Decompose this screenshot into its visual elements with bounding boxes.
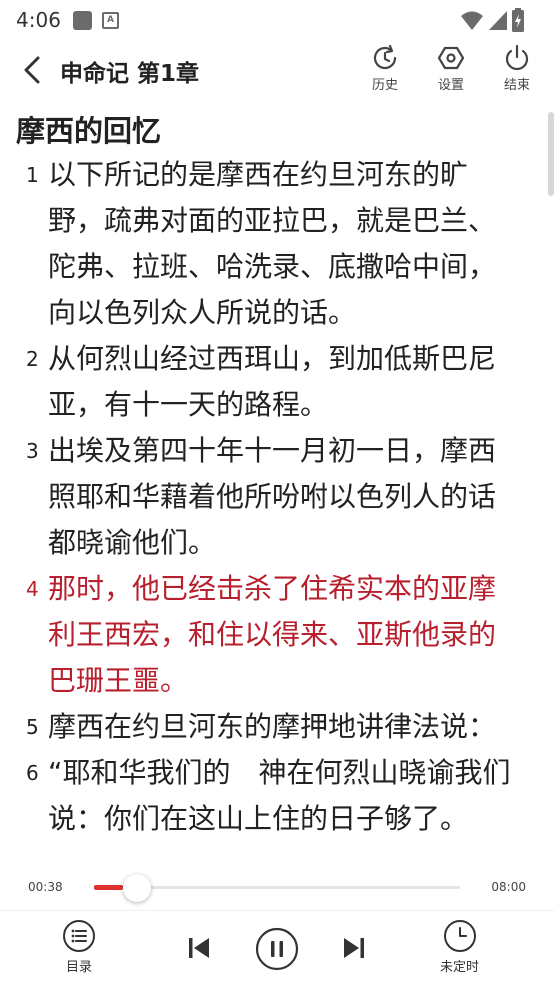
status-time: 4:06 (16, 8, 61, 32)
content-scrollbar[interactable] (548, 112, 554, 196)
settings-icon (437, 46, 465, 70)
toc-button[interactable]: 目录 (62, 919, 96, 975)
pause-icon (255, 927, 299, 971)
history-button[interactable]: 历史 (357, 44, 413, 98)
list-icon (63, 920, 95, 952)
previous-button[interactable] (186, 935, 212, 961)
verse-number: 1 (26, 163, 39, 187)
chapter-heading: 摩西的回忆 (16, 114, 162, 148)
header: 申命记 第1章 历史 设置 结束 (0, 40, 554, 102)
timer-label: 未定时 (440, 960, 480, 975)
battery-icon (512, 8, 524, 32)
page-title: 申命记 第1章 (60, 61, 200, 87)
status-icons (460, 8, 524, 32)
verse-number: 4 (26, 577, 39, 601)
verse-text: 那时，他已经击杀了住希实本的亚摩利王西宏，和住以得来、亚斯他录的巴珊王噩。 (48, 572, 497, 697)
current-time: 00:38 (28, 880, 63, 894)
bottom-controls: 目录 未定时 (0, 910, 554, 986)
verse-item[interactable]: 3 出埃及第四十年十一月初一日，摩西照耶和华藉着他所吩咐以色列人的话都晓谕他们。 (20, 428, 520, 566)
skip-next-icon (344, 938, 364, 958)
progress-fill (94, 885, 123, 890)
status-bar: 4:06 A (0, 0, 554, 40)
back-arrow-icon (24, 56, 40, 84)
verse-number: 6 (26, 761, 39, 785)
power-icon (505, 44, 529, 71)
verse-item[interactable]: 2 从何烈山经过西珥山，到加低斯巴尼亚，有十一天的路程。 (20, 336, 520, 428)
verse-list: 1 以下所记的是摩西在约旦河东的旷野，疏弗对面的亚拉巴，就是巴兰、陀弗、拉班、哈… (20, 152, 520, 842)
notification-a-icon: A (101, 11, 119, 29)
timer-button[interactable]: 未定时 (440, 919, 479, 975)
verse-item-current[interactable]: 4 那时，他已经击杀了住希实本的亚摩利王西宏，和住以得来、亚斯他录的巴珊王噩。 (20, 566, 520, 704)
notification-icon (72, 10, 92, 30)
signal-icon (489, 11, 507, 30)
end-button[interactable]: 结束 (489, 44, 545, 98)
audio-progress: 00:38 08:00 (0, 866, 554, 910)
settings-button[interactable]: 设置 (423, 44, 479, 98)
verse-item[interactable]: 5 摩西在约旦河东的摩押地讲律法说： (20, 704, 520, 750)
verse-number: 3 (26, 439, 39, 463)
wifi-icon (461, 11, 483, 30)
verse-text: 摩西在约旦河东的摩押地讲律法说： (48, 710, 497, 743)
verse-item[interactable]: 6 “耶和华我们的 神在何烈山晓谕我们说：你们在这山上住的日子够了。 (20, 750, 520, 842)
end-label: 结束 (503, 78, 530, 93)
verse-number: 5 (26, 715, 39, 739)
progress-track[interactable] (94, 874, 460, 902)
toc-label: 目录 (65, 960, 92, 975)
history-label: 历史 (371, 78, 398, 93)
verse-number: 2 (26, 347, 39, 371)
verse-item[interactable]: 1 以下所记的是摩西在约旦河东的旷野，疏弗对面的亚拉巴，就是巴兰、陀弗、拉班、哈… (20, 152, 520, 336)
progress-thumb[interactable] (122, 874, 151, 902)
back-button[interactable] (14, 52, 50, 88)
next-button[interactable] (341, 935, 367, 961)
clock-icon (443, 920, 476, 952)
total-time: 08:00 (491, 880, 526, 894)
skip-previous-icon (189, 938, 209, 958)
play-pause-button[interactable] (255, 927, 299, 971)
verse-text: “耶和华我们的 神在何烈山晓谕我们说：你们在这山上住的日子够了。 (48, 756, 511, 835)
verse-text: 出埃及第四十年十一月初一日，摩西照耶和华藉着他所吩咐以色列人的话都晓谕他们。 (48, 434, 497, 559)
history-icon (373, 44, 397, 70)
verse-text: 从何烈山经过西珥山，到加低斯巴尼亚，有十一天的路程。 (48, 342, 497, 421)
verse-text: 以下所记的是摩西在约旦河东的旷野，疏弗对面的亚拉巴，就是巴兰、陀弗、拉班、哈洗录… (48, 158, 497, 329)
settings-label: 设置 (437, 78, 464, 93)
scripture-content[interactable]: 摩西的回忆 1 以下所记的是摩西在约旦河东的旷野，疏弗对面的亚拉巴，就是巴兰、陀… (0, 104, 546, 866)
